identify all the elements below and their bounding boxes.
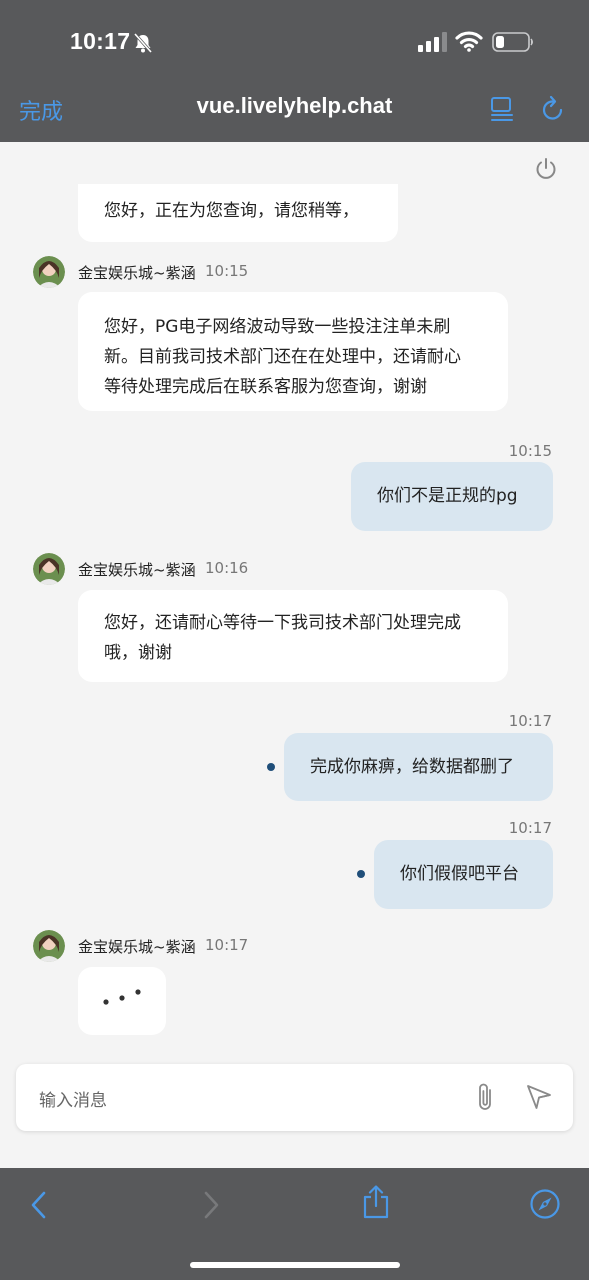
message-time: 10:15 [508, 442, 552, 460]
agent-message-bubble: 您好，PG电子网络波动导致一些投注注单未刷 新。目前我司技术部门还在在处理中，还… [78, 292, 508, 411]
top-bar: 10:17 完成 vue.livelyhelp.chat [0, 0, 589, 142]
message-time: 10:15 [205, 262, 249, 280]
agent-message-bubble: 您好，正在为您查询，请您稍等， [78, 184, 398, 242]
message-line: 您好，PG电子网络波动导致一些投注注单未刷 [104, 317, 451, 337]
agent-avatar [33, 256, 65, 288]
message-input-placeholder[interactable]: 输入消息 [39, 1086, 107, 1111]
unread-dot [357, 870, 365, 878]
agent-message-bubble: 您好，还请耐心等待一下我司技术部门处理完成 哦，谢谢 [78, 590, 508, 682]
message-time: 10:17 [508, 712, 552, 730]
paperclip-icon[interactable] [474, 1081, 498, 1113]
message-text: 您好，正在为您查询，请您稍等， [104, 201, 359, 221]
user-message-bubble: 你们不是正规的pg [351, 462, 553, 531]
message-line: 等待处理完成后在联系客服为您查询，谢谢 [104, 377, 427, 397]
agent-name: 金宝娱乐城~紫涵 [78, 264, 196, 282]
battery-icon [492, 32, 533, 52]
wifi-icon [455, 31, 483, 52]
share-icon[interactable] [361, 1184, 391, 1220]
forward-icon[interactable] [201, 1190, 221, 1220]
message-text: 你们不是正规的pg [377, 486, 518, 506]
message-time: 10:16 [205, 559, 249, 577]
reader-icon[interactable] [489, 96, 515, 122]
message-text: 完成你麻痹，给数据都删了 [310, 757, 514, 777]
message-line: 哦，谢谢 [104, 643, 172, 663]
status-time: 10:17 [70, 28, 131, 54]
message-text: 你们假假吧平台 [400, 864, 519, 884]
message-time: 10:17 [205, 936, 249, 954]
unread-dot [267, 763, 275, 771]
back-icon[interactable] [29, 1190, 49, 1220]
bell-slash-icon [133, 33, 153, 53]
home-indicator [190, 1262, 400, 1268]
agent-name: 金宝娱乐城~紫涵 [78, 938, 196, 956]
send-icon[interactable] [526, 1084, 552, 1110]
agent-avatar [33, 553, 65, 585]
signal-icon [418, 32, 447, 52]
typing-indicator-bubble [78, 967, 166, 1035]
typing-dots-icon [103, 989, 141, 1005]
user-message-bubble: 你们假假吧平台 [374, 840, 553, 909]
message-time: 10:17 [508, 819, 552, 837]
agent-name: 金宝娱乐城~紫涵 [78, 561, 196, 579]
power-icon[interactable] [534, 157, 558, 181]
message-line: 新。目前我司技术部门还在在处理中，还请耐心 [104, 347, 461, 367]
message-line: 您好，还请耐心等待一下我司技术部门处理完成 [104, 613, 461, 633]
reload-icon[interactable] [540, 95, 566, 123]
compass-icon[interactable] [529, 1188, 561, 1220]
user-message-bubble: 完成你麻痹，给数据都删了 [284, 733, 553, 801]
agent-avatar [33, 930, 65, 962]
message-input[interactable]: 输入消息 [16, 1064, 573, 1131]
